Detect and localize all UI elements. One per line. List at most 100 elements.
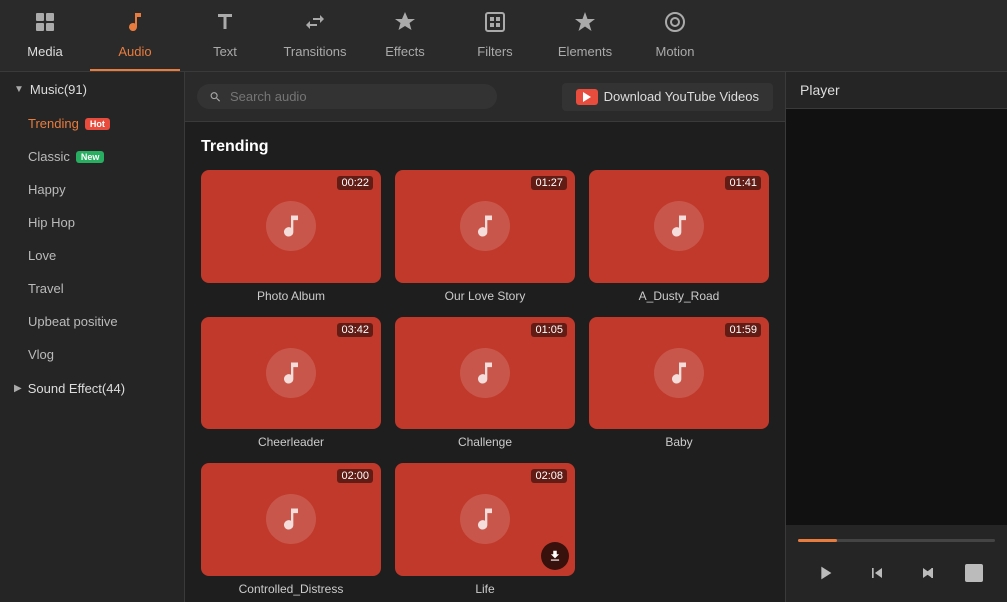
elements-icon [573, 10, 597, 40]
toolbar-item-filters[interactable]: Filters [450, 0, 540, 71]
player-title: Player [786, 72, 1007, 109]
toolbar-item-effects[interactable]: Effects [360, 0, 450, 71]
travel-label: Travel [28, 281, 64, 296]
arrow-right-icon: ▶ [14, 383, 22, 394]
player-preview [786, 109, 1007, 525]
play-button[interactable] [810, 558, 840, 588]
elements-label: Elements [558, 44, 612, 59]
toolbar-item-motion[interactable]: Motion [630, 0, 720, 71]
title-5: Challenge [395, 435, 575, 449]
happy-label: Happy [28, 182, 66, 197]
download-overlay-8[interactable] [541, 542, 569, 570]
toolbar-item-audio[interactable]: Audio [90, 0, 180, 71]
title-4: Cheerleader [201, 435, 381, 449]
trending-badge: Hot [85, 118, 110, 130]
music-note-icon-3 [654, 201, 704, 251]
audio-thumbnail-5: 01:05 [395, 317, 575, 430]
sidebar-item-love[interactable]: Love [0, 239, 184, 272]
sidebar-item-trending[interactable]: Trending Hot [0, 107, 184, 140]
audio-thumbnail-2: 01:27 [395, 170, 575, 283]
toolbar-item-transitions[interactable]: Transitions [270, 0, 360, 71]
toolbar-item-elements[interactable]: Elements [540, 0, 630, 71]
duration-5: 01:05 [531, 323, 567, 337]
youtube-download-button[interactable]: Download YouTube Videos [562, 83, 773, 111]
title-2: Our Love Story [395, 289, 575, 303]
search-input-wrapper[interactable] [197, 84, 497, 109]
duration-4: 03:42 [337, 323, 373, 337]
download-icon [548, 549, 562, 563]
player-controls [786, 525, 1007, 602]
soundeffect-section-label: Sound Effect(44) [28, 381, 125, 396]
audio-thumbnail-8: 02:08 [395, 463, 575, 576]
music-note-icon-6 [654, 348, 704, 398]
audio-card-1[interactable]: 00:22 Photo Album [201, 170, 381, 303]
prev-button[interactable] [863, 559, 891, 587]
duration-8: 02:08 [531, 469, 567, 483]
music-note-icon-4 [266, 348, 316, 398]
toolbar: Media Audio Text Transitions Effects Fil… [0, 0, 1007, 72]
sidebar-item-hiphop[interactable]: Hip Hop [0, 206, 184, 239]
sidebar-item-classic[interactable]: Classic New [0, 140, 184, 173]
sidebar-section-music[interactable]: ▼ Music(91) [0, 72, 184, 107]
text-icon [213, 10, 237, 40]
sidebar: ▼ Music(91) Trending Hot Classic New Hap… [0, 72, 185, 602]
search-input[interactable] [230, 89, 485, 104]
transitions-label: Transitions [283, 44, 346, 59]
audio-card-2[interactable]: 01:27 Our Love Story [395, 170, 575, 303]
music-note-icon-8 [460, 494, 510, 544]
sidebar-item-travel[interactable]: Travel [0, 272, 184, 305]
progress-bar[interactable] [798, 539, 995, 542]
effects-label: Effects [385, 44, 425, 59]
audio-card-3[interactable]: 01:41 A_Dusty_Road [589, 170, 769, 303]
youtube-button-label: Download YouTube Videos [604, 89, 759, 104]
title-1: Photo Album [201, 289, 381, 303]
progress-fill [798, 539, 837, 542]
trending-section-title: Trending [201, 138, 769, 156]
trending-label: Trending [28, 116, 79, 131]
audio-thumbnail-6: 01:59 [589, 317, 769, 430]
play-icon [814, 562, 836, 584]
audio-card-8[interactable]: 02:08 Life [395, 463, 575, 596]
duration-2: 01:27 [531, 176, 567, 190]
audio-grid: 00:22 Photo Album 01:27 Our Love Story [201, 170, 769, 596]
music-section-label: Music(91) [30, 82, 87, 97]
classic-label: Classic [28, 149, 70, 164]
sidebar-item-happy[interactable]: Happy [0, 173, 184, 206]
motion-label: Motion [655, 44, 694, 59]
toolbar-item-text[interactable]: Text [180, 0, 270, 71]
music-note-icon-7 [266, 494, 316, 544]
title-3: A_Dusty_Road [589, 289, 769, 303]
search-icon [209, 90, 222, 104]
duration-7: 02:00 [337, 469, 373, 483]
next-button[interactable] [914, 559, 942, 587]
center-panel: Download YouTube Videos Trending 00:22 P… [185, 72, 785, 602]
love-label: Love [28, 248, 56, 263]
audio-card-7[interactable]: 02:00 Controlled_Distress [201, 463, 381, 596]
transitions-icon [303, 10, 327, 40]
arrow-down-icon: ▼ [14, 84, 24, 95]
hiphop-label: Hip Hop [28, 215, 75, 230]
audio-card-6[interactable]: 01:59 Baby [589, 317, 769, 450]
prev-icon [867, 563, 887, 583]
youtube-icon [576, 89, 598, 105]
main-content: ▼ Music(91) Trending Hot Classic New Hap… [0, 72, 1007, 602]
search-bar: Download YouTube Videos [185, 72, 785, 122]
audio-card-5[interactable]: 01:05 Challenge [395, 317, 575, 450]
toolbar-item-media[interactable]: Media [0, 0, 90, 71]
player-panel: Player [785, 72, 1007, 602]
audio-card-4[interactable]: 03:42 Cheerleader [201, 317, 381, 450]
sidebar-item-vlog[interactable]: Vlog [0, 338, 184, 371]
text-label: Text [213, 44, 237, 59]
stop-button[interactable] [965, 564, 983, 582]
sidebar-section-soundeffect[interactable]: ▶ Sound Effect(44) [0, 371, 184, 406]
media-label: Media [27, 44, 62, 59]
music-note-icon-5 [460, 348, 510, 398]
sidebar-item-upbeat[interactable]: Upbeat positive [0, 305, 184, 338]
filters-icon [483, 10, 507, 40]
music-note-icon-2 [460, 201, 510, 251]
title-6: Baby [589, 435, 769, 449]
duration-6: 01:59 [725, 323, 761, 337]
duration-1: 00:22 [337, 176, 373, 190]
duration-3: 01:41 [725, 176, 761, 190]
media-icon [33, 10, 57, 40]
